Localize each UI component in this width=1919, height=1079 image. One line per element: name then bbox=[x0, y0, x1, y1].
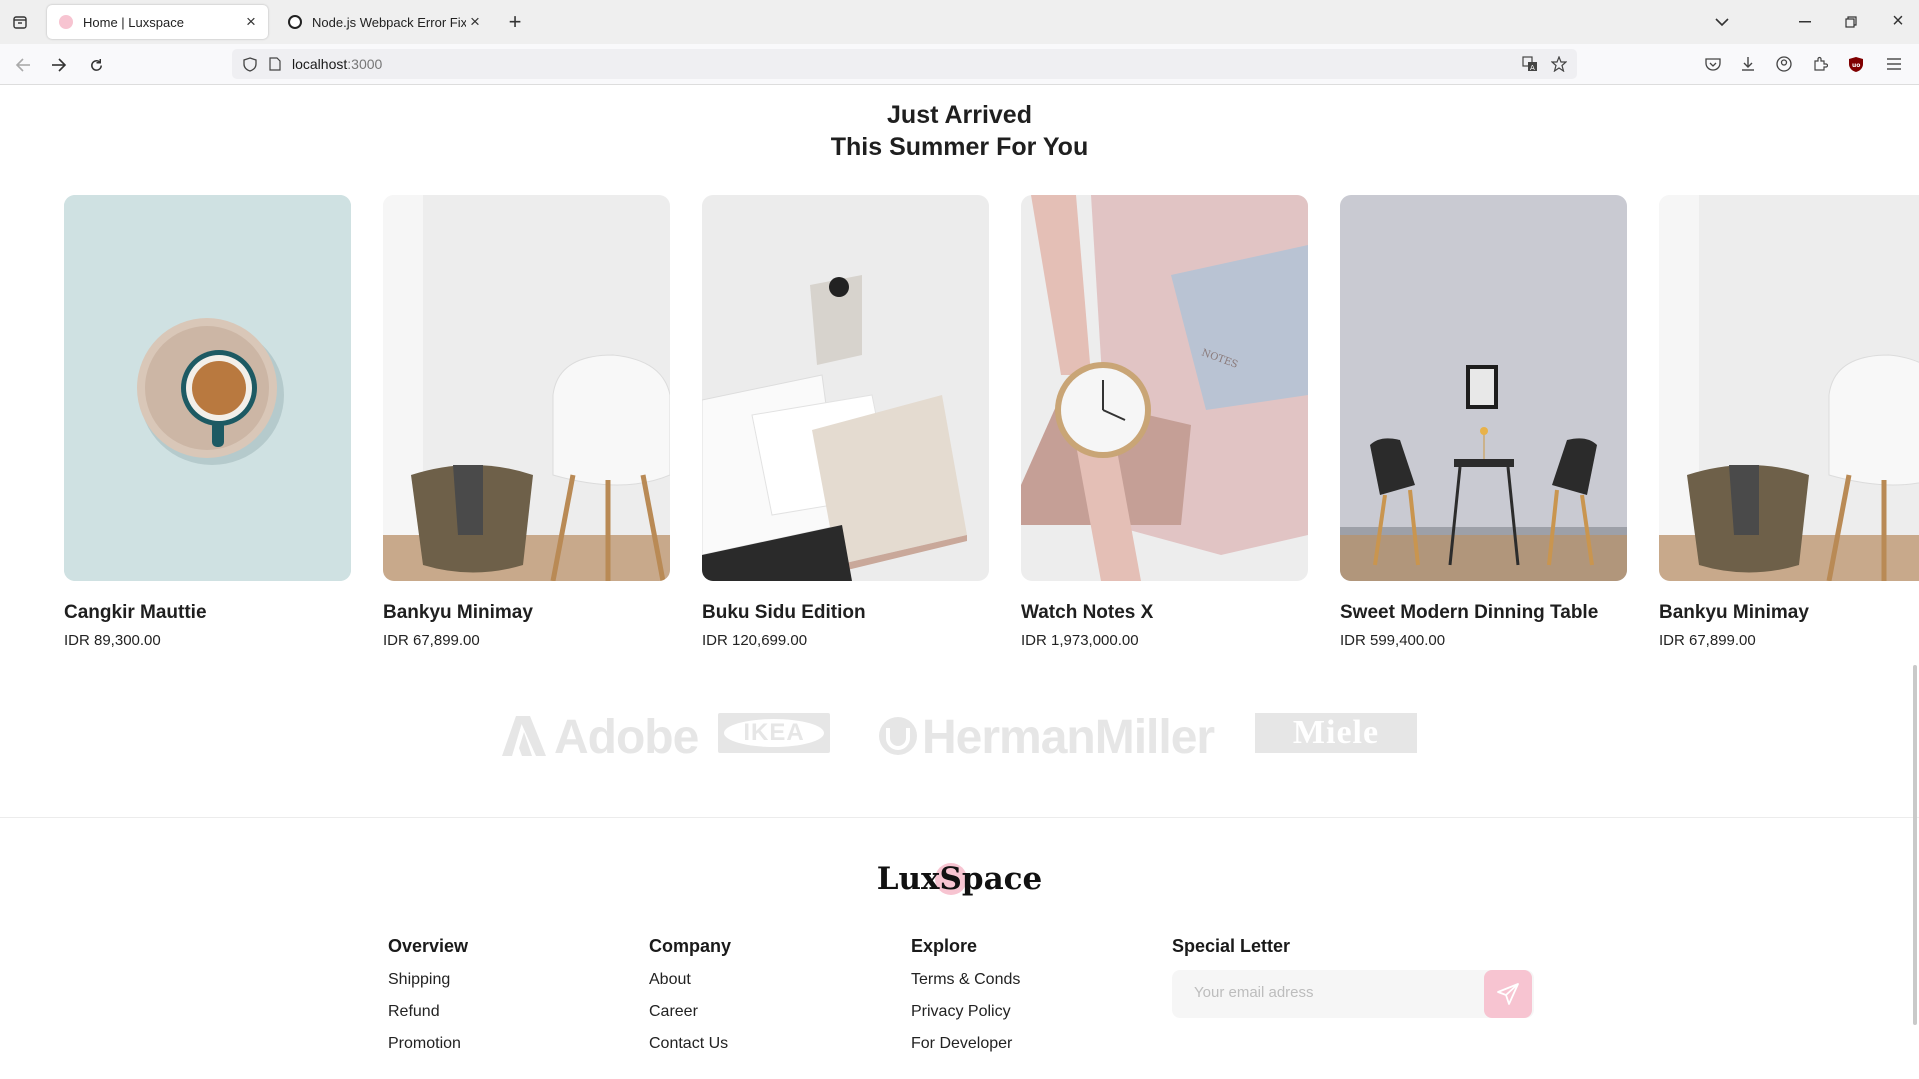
product-price: IDR 67,899.00 bbox=[1659, 632, 1756, 649]
email-input[interactable] bbox=[1192, 983, 1496, 1002]
svg-text:uo: uo bbox=[1852, 62, 1860, 69]
footer-link-terms[interactable]: Terms & Conds bbox=[911, 970, 1020, 1002]
footer-column-company: Company About Career Contact Us bbox=[649, 936, 731, 1066]
product-image-chair-basket[interactable] bbox=[383, 195, 670, 581]
svg-text:A: A bbox=[1530, 64, 1535, 72]
tab-title: Home | Luxspace bbox=[83, 14, 184, 30]
product-image-chair-basket[interactable] bbox=[1659, 195, 1919, 581]
footer-link-refund[interactable]: Refund bbox=[388, 1002, 468, 1034]
product-price: IDR 120,699.00 bbox=[702, 632, 808, 649]
url-host: localhost bbox=[292, 56, 348, 72]
logo-text: LuxSpace bbox=[876, 861, 1043, 897]
product-price: IDR 89,300.00 bbox=[64, 632, 161, 649]
product-card[interactable]: Sweet Modern Dinning Table IDR 599,400.0… bbox=[1340, 195, 1627, 649]
brand-logo-miele: Miele bbox=[1255, 713, 1417, 753]
brand-name: Adobe bbox=[554, 711, 699, 764]
chatgpt-favicon-icon bbox=[288, 15, 302, 29]
product-price: IDR 599,400.00 bbox=[1340, 632, 1446, 649]
pocket-icon[interactable] bbox=[1703, 54, 1723, 74]
browser-nav-bar: localhost:3000 A uo bbox=[0, 44, 1919, 85]
brand-logo-adobe: Adobe bbox=[502, 710, 699, 768]
product-image-cup[interactable] bbox=[64, 195, 351, 581]
footer-column-title: Explore bbox=[911, 936, 978, 956]
footer-column-overview: Overview Shipping Refund Promotion bbox=[388, 936, 468, 1066]
product-name[interactable]: Sweet Modern Dinning Table bbox=[1340, 602, 1627, 624]
newsletter-send-button[interactable] bbox=[1484, 970, 1532, 1018]
tab-overview-icon[interactable] bbox=[10, 12, 30, 32]
product-card[interactable]: Cangkir Mauttie IDR 89,300.00 bbox=[64, 195, 351, 649]
ublock-origin-icon[interactable]: uo bbox=[1846, 54, 1866, 74]
page-info-icon[interactable] bbox=[267, 56, 283, 72]
section-title-line1: Just Arrived bbox=[887, 101, 1032, 129]
page-scrollbar[interactable] bbox=[1913, 665, 1917, 1025]
extensions-icon[interactable] bbox=[1810, 54, 1830, 74]
bookmark-star-icon[interactable] bbox=[1550, 55, 1568, 73]
address-bar[interactable]: localhost:3000 A bbox=[232, 49, 1577, 79]
send-icon bbox=[1497, 983, 1519, 1005]
tab-title: Node.js Webpack Error Fix bbox=[312, 14, 466, 30]
product-image-watch-notes[interactable]: NOTES bbox=[1021, 195, 1308, 581]
url-port: :3000 bbox=[347, 56, 383, 72]
footer-column-explore: Explore Terms & Conds Privacy Policy For… bbox=[911, 936, 1020, 1066]
restore-icon[interactable] bbox=[1841, 12, 1861, 32]
footer-link-privacy-policy[interactable]: Privacy Policy bbox=[911, 1002, 1020, 1034]
section-title-line2: This Summer For You bbox=[830, 133, 1089, 161]
footer-link-promotion[interactable]: Promotion bbox=[388, 1034, 468, 1066]
tab-node-webpack[interactable]: Node.js Webpack Error Fix × bbox=[276, 5, 492, 39]
page-content: Just Arrived This Summer For You Cangkir… bbox=[0, 85, 1919, 1079]
brand-name: Miele bbox=[1292, 714, 1380, 751]
footer-link-career[interactable]: Career bbox=[649, 1002, 731, 1034]
browser-tab-bar: Home | Luxspace × Node.js Webpack Error … bbox=[0, 0, 1919, 44]
close-tab-icon[interactable]: × bbox=[466, 12, 484, 32]
menu-hamburger-icon[interactable] bbox=[1884, 54, 1904, 74]
minimize-icon[interactable] bbox=[1795, 12, 1815, 32]
close-tab-icon[interactable]: × bbox=[242, 12, 260, 32]
footer-link-for-developer[interactable]: For Developer bbox=[911, 1034, 1020, 1066]
list-tabs-chevron-down-icon[interactable] bbox=[1712, 12, 1732, 32]
product-name[interactable]: Bankyu Minimay bbox=[383, 602, 670, 624]
downloads-icon[interactable] bbox=[1738, 54, 1758, 74]
product-image-dining-table[interactable] bbox=[1340, 195, 1627, 581]
newsletter-email-field[interactable] bbox=[1172, 970, 1534, 1018]
product-price: IDR 67,899.00 bbox=[383, 632, 480, 649]
product-card[interactable]: Buku Sidu Edition IDR 120,699.00 bbox=[702, 195, 989, 649]
luxspace-favicon-icon bbox=[59, 15, 73, 29]
brand-name: IKEA bbox=[743, 719, 805, 746]
tab-home-luxspace[interactable]: Home | Luxspace × bbox=[47, 5, 268, 39]
product-price: IDR 1,973,000.00 bbox=[1021, 632, 1139, 649]
brand-logo-hermanmiller: HermanMiller bbox=[878, 710, 1215, 768]
account-icon[interactable] bbox=[1774, 54, 1794, 74]
footer-column-title: Special Letter bbox=[1172, 936, 1291, 956]
close-window-icon[interactable]: × bbox=[1887, 10, 1909, 32]
brand-name: HermanMiller bbox=[922, 711, 1215, 764]
brand-logo-ikea: IKEA bbox=[718, 713, 830, 753]
footer-logo[interactable]: LuxSpace bbox=[0, 861, 1919, 897]
footer-column-title: Overview bbox=[388, 936, 469, 956]
hermanmiller-circle-icon bbox=[878, 713, 918, 768]
url-text[interactable]: localhost:3000 bbox=[292, 56, 382, 72]
forward-arrow-icon[interactable] bbox=[48, 54, 70, 76]
footer-link-about[interactable]: About bbox=[649, 970, 731, 1002]
adobe-a-icon bbox=[502, 713, 546, 768]
product-card[interactable]: NOTES Watch Notes X IDR 1,973,000.00 bbox=[1021, 195, 1308, 649]
new-tab-icon[interactable]: + bbox=[504, 9, 526, 34]
footer-column-newsletter: Special Letter bbox=[1172, 936, 1290, 970]
reload-icon[interactable] bbox=[85, 54, 107, 76]
product-name[interactable]: Cangkir Mauttie bbox=[64, 602, 351, 624]
product-card[interactable]: Bankyu Minimay IDR 67,899.00 bbox=[383, 195, 670, 649]
product-image-book[interactable] bbox=[702, 195, 989, 581]
tracking-protection-shield-icon[interactable] bbox=[242, 56, 258, 72]
translate-icon[interactable]: A bbox=[1521, 55, 1539, 73]
footer-link-contact-us[interactable]: Contact Us bbox=[649, 1034, 731, 1066]
product-name[interactable]: Watch Notes X bbox=[1021, 602, 1308, 624]
product-name[interactable]: Buku Sidu Edition bbox=[702, 602, 989, 624]
product-name[interactable]: Bankyu Minimay bbox=[1659, 602, 1919, 624]
product-card[interactable]: Bankyu Minimay IDR 67,899.00 bbox=[1659, 195, 1919, 649]
footer-divider bbox=[0, 817, 1919, 818]
footer-column-title: Company bbox=[649, 936, 732, 956]
back-arrow-icon[interactable] bbox=[12, 54, 34, 76]
footer-link-shipping[interactable]: Shipping bbox=[388, 970, 468, 1002]
